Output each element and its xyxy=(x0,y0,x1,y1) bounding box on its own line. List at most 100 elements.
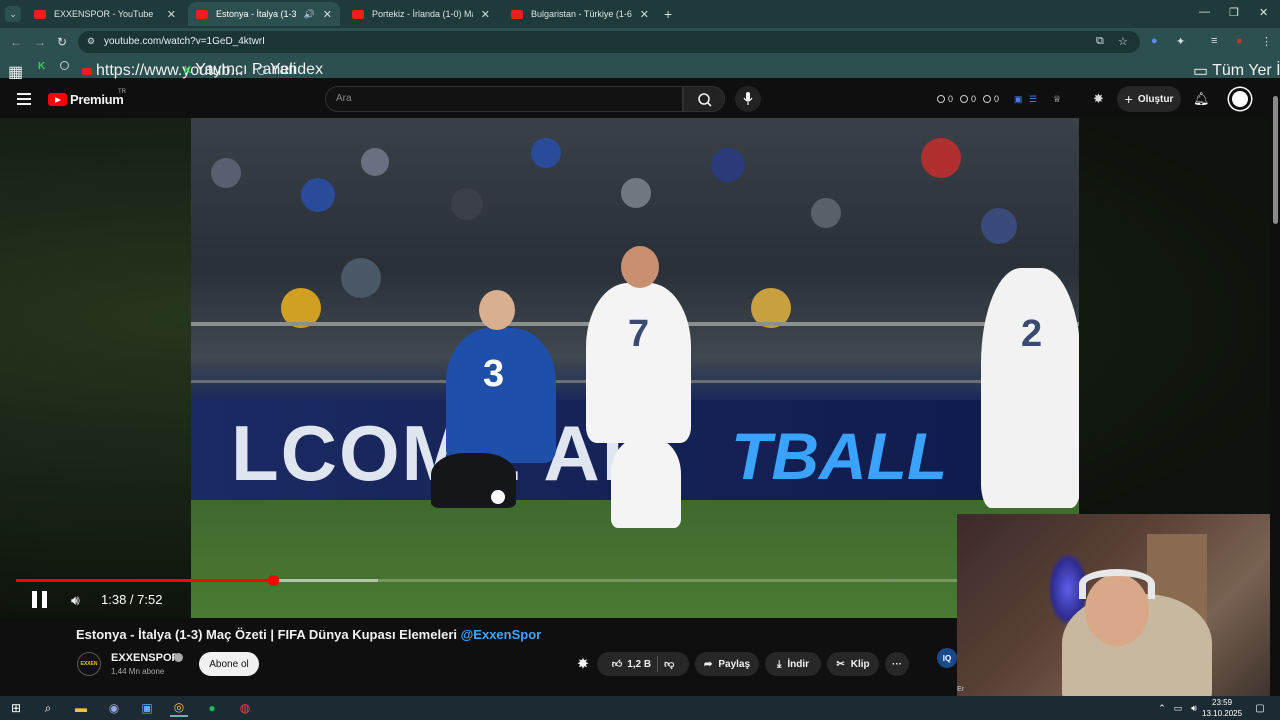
bookmark-star-icon[interactable]: ☆ xyxy=(1118,35,1128,48)
stat-value: 0 xyxy=(971,94,977,104)
eye-icon xyxy=(983,95,991,103)
search-input[interactable] xyxy=(325,86,683,112)
filter-lines-icon[interactable]: ☰ xyxy=(1029,94,1037,105)
account-avatar[interactable] xyxy=(1229,88,1251,110)
stat-counter[interactable]: 0 xyxy=(960,94,976,104)
voice-search-button[interactable] xyxy=(735,86,761,112)
youtube-favicon-icon xyxy=(352,9,364,19)
stat-value: 0 xyxy=(948,94,954,104)
obs-icon[interactable]: ◍ xyxy=(236,699,254,717)
browser-tab[interactable]: EXXENSPOR - YouTube ✕ xyxy=(26,2,184,26)
media-controls-icon[interactable]: ≡ xyxy=(1211,35,1217,47)
close-window-button[interactable]: ✕ xyxy=(1259,6,1268,19)
search-icon[interactable]: ⌕ xyxy=(39,699,57,717)
close-tab-icon[interactable]: ✕ xyxy=(167,8,176,21)
tab-search-dropdown-icon[interactable]: ⌄ xyxy=(5,6,21,22)
new-tab-button[interactable]: + xyxy=(664,6,672,22)
verified-check-icon xyxy=(174,653,183,662)
subscribe-button[interactable]: Abone ol xyxy=(199,652,259,676)
channel-avatar[interactable]: EXXEN xyxy=(77,652,101,676)
download-button[interactable]: ⤓ İndir xyxy=(765,652,821,676)
logo-text: Premium xyxy=(70,92,124,107)
video-frame[interactable]: LCOME AL TBALL 3 7 2 xyxy=(191,118,1079,618)
iq-extension-badge[interactable]: IQ xyxy=(937,648,957,668)
extension-icon[interactable]: ● xyxy=(1151,35,1158,47)
stat-counter[interactable]: 0 xyxy=(937,94,953,104)
store-icon[interactable]: ▣ xyxy=(138,699,156,717)
close-tab-icon[interactable]: ✕ xyxy=(481,8,490,21)
board-text-right: TBALL xyxy=(731,419,948,493)
volume-tray-icon[interactable]: 🔊︎ xyxy=(1185,699,1203,717)
url-text[interactable]: youtube.com/watch?v=1GeD_4ktwrI xyxy=(104,36,265,47)
spotify-icon[interactable]: ● xyxy=(203,699,221,717)
system-clock[interactable]: 23:59 13.10.2025 xyxy=(1202,697,1242,719)
all-bookmarks-folder[interactable]: ▭ Tüm Yer İşaretleri xyxy=(1193,61,1280,81)
create-label: Oluştur xyxy=(1137,93,1174,105)
windows-start-icon[interactable]: ⊞ xyxy=(7,699,25,717)
create-button[interactable]: + Oluştur xyxy=(1117,86,1181,112)
clip-button[interactable]: ✂ Klip xyxy=(827,652,879,676)
search-icon xyxy=(698,93,712,107)
stat-counter[interactable]: 0 xyxy=(983,94,999,104)
browser-menu-icon[interactable]: ⋮ xyxy=(1261,35,1272,48)
channel-name[interactable]: EXXENSPOR xyxy=(111,652,179,664)
stat-value: 0 xyxy=(994,94,1000,104)
back-button[interactable]: ← xyxy=(10,35,22,49)
notification-center-icon[interactable]: ▢ xyxy=(1251,699,1269,717)
restore-button[interactable]: ❐ xyxy=(1229,6,1239,19)
profile-icon[interactable]: ● xyxy=(1236,35,1243,47)
tab-title: EXXENSPOR - YouTube xyxy=(54,9,154,19)
minimize-button[interactable]: — xyxy=(1199,6,1210,18)
jersey-number: 3 xyxy=(483,353,505,395)
youtube-premium-logo[interactable]: Premium xyxy=(48,92,124,107)
extension-badge-icon[interactable]: ▣ xyxy=(1014,94,1023,105)
bookmark-label: Tüm Yer İşaretleri xyxy=(1212,62,1280,79)
browser-tab[interactable]: Portekiz - İrlanda (1-0) Maç Öz ✕ xyxy=(344,2,498,26)
jersey-number: 7 xyxy=(628,313,650,355)
player-italy xyxy=(981,268,1079,508)
sparkle-icon[interactable]: ✸ xyxy=(573,652,593,676)
steam-icon[interactable]: ◉ xyxy=(105,699,123,717)
notifications-bell-icon[interactable]: 🔔︎ xyxy=(1193,91,1210,107)
close-tab-icon[interactable]: ✕ xyxy=(323,8,332,21)
channel-mention-link[interactable]: @ExxenSpor xyxy=(461,627,542,642)
video-title-text: Estonya - İtalya (1-3) Maç Özeti | FIFA … xyxy=(76,627,457,642)
thumbs-down-icon[interactable]: 👎︎ xyxy=(664,658,674,670)
chrome-icon[interactable]: ◎ xyxy=(170,699,188,717)
extensions-puzzle-icon[interactable]: ✦ xyxy=(1176,35,1185,48)
scissors-icon: ✂ xyxy=(836,658,845,670)
pause-button[interactable] xyxy=(32,591,48,608)
globe-bookmark-icon[interactable] xyxy=(60,61,69,70)
sparkle-icon[interactable]: ✸ xyxy=(1093,91,1104,107)
forward-button[interactable]: → xyxy=(34,35,46,49)
channel-avatar-text: EXXEN xyxy=(80,661,98,667)
browser-tab[interactable]: Bulgaristan - Türkiye (1-6) Maç ✕ xyxy=(503,2,657,26)
like-button[interactable]: 👍︎ 1,2 B xyxy=(612,658,651,671)
eye-icon xyxy=(960,95,968,103)
progress-bar-played xyxy=(16,579,274,582)
clock-time: 23:59 xyxy=(1212,698,1233,707)
tab-title: Portekiz - İrlanda (1-0) Maç Öz xyxy=(372,9,473,19)
hamburger-menu-icon[interactable] xyxy=(17,93,31,105)
speaker-icon[interactable]: 🔊 xyxy=(304,9,315,20)
scrollbar-thumb[interactable] xyxy=(1273,96,1278,224)
close-tab-icon[interactable]: ✕ xyxy=(640,8,649,21)
volume-icon[interactable]: 🔊︎ xyxy=(71,592,80,609)
reload-button[interactable]: ↻ xyxy=(57,35,67,49)
site-info-icon[interactable]: ⚙ xyxy=(87,36,95,47)
headphones xyxy=(1079,569,1155,599)
install-app-icon[interactable]: ⧉ xyxy=(1096,35,1104,48)
pause-icon xyxy=(32,591,37,608)
file-explorer-icon[interactable]: ▬ xyxy=(72,699,90,717)
browser-tab-active[interactable]: Estonya - İtalya (1-3) Maç Ö 🔊 ✕ xyxy=(188,2,340,26)
tab-title: Estonya - İtalya (1-3) Maç Ö xyxy=(216,9,296,19)
trophy-icon[interactable]: ♕ xyxy=(1053,94,1061,105)
windows-taskbar xyxy=(0,696,1280,720)
more-actions-button[interactable]: ··· xyxy=(885,652,909,676)
kick-bookmark-icon[interactable]: K xyxy=(38,61,45,72)
apps-grid-icon[interactable]: ▦ xyxy=(8,62,23,82)
share-button[interactable]: ➦ Paylaş xyxy=(695,652,759,676)
youtube-favicon-icon xyxy=(511,9,523,19)
bookmark-yandex[interactable]: Yandex xyxy=(257,61,323,79)
search-button[interactable] xyxy=(683,86,725,112)
